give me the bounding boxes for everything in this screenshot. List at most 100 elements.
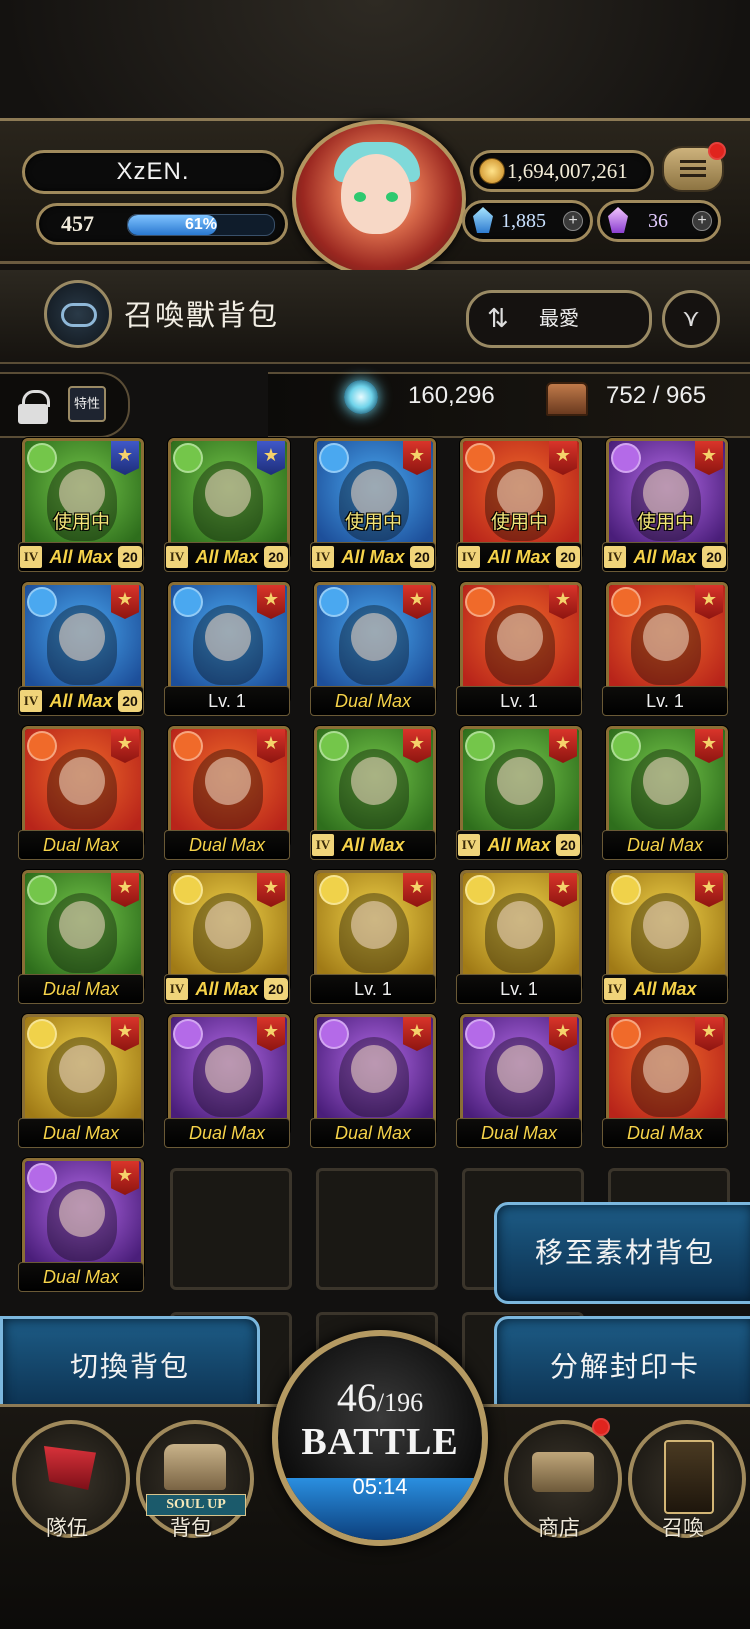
- gem-counter[interactable]: 1,885 +: [462, 200, 593, 242]
- back-arrow-icon: [61, 303, 97, 327]
- star-badge-icon: ★: [403, 585, 431, 619]
- player-name: XzEN.: [116, 158, 190, 185]
- card-caption-text: Lv. 1: [646, 691, 684, 711]
- crystal-icon: [608, 207, 628, 233]
- card-skill-level: 20: [702, 546, 726, 568]
- card-caption-text: Dual Max: [626, 835, 704, 855]
- star-badge-icon: ★: [549, 873, 577, 907]
- in-use-label: 使用中: [637, 512, 695, 533]
- star-badge-icon: ★: [257, 585, 285, 619]
- menu-button[interactable]: [662, 142, 726, 192]
- card-caption: IV All Max: [602, 974, 728, 1004]
- battle-label: BATTLE: [301, 1421, 459, 1463]
- light-element-icon: [611, 875, 641, 905]
- nav-team-label: 隊伍: [46, 1517, 88, 1540]
- card-caption-text: Dual Max: [334, 691, 412, 711]
- card-caption: Dual Max: [18, 974, 144, 1004]
- card-portrait-head: [59, 613, 105, 661]
- coin-amount: 1,694,007,261: [507, 159, 628, 183]
- star-badge-icon: ★: [111, 729, 139, 763]
- card-caption: IV All Max 20: [18, 686, 144, 716]
- sort-button[interactable]: ⇅ 最愛: [466, 290, 652, 348]
- empty-slot[interactable]: [316, 1168, 438, 1290]
- card-portrait-head: [205, 757, 251, 805]
- card-caption-text: Lv. 1: [354, 979, 392, 999]
- diamond-icon: [473, 207, 493, 233]
- wood-element-icon: [611, 731, 641, 761]
- coin-counter[interactable]: 1,694,007,261: [470, 150, 654, 192]
- card-caption: Dual Max: [18, 1262, 144, 1292]
- card-caption-text: Lv. 1: [500, 979, 538, 999]
- crystal-counter[interactable]: 36 +: [597, 200, 721, 242]
- stamina-max: /196: [376, 1388, 424, 1417]
- card-caption-text: Dual Max: [626, 1123, 704, 1143]
- fire-element-icon: [611, 587, 641, 617]
- star-badge-icon: ★: [695, 441, 723, 475]
- star-badge-icon: ★: [695, 729, 723, 763]
- card-caption: Dual Max: [456, 1118, 582, 1148]
- lock-icon-body: [18, 404, 48, 424]
- card-skill-level: 20: [264, 978, 288, 1000]
- empty-slot[interactable]: [170, 1168, 292, 1290]
- card-caption: IV All Max 20: [602, 542, 728, 572]
- wood-element-icon: [173, 443, 203, 473]
- fire-element-icon: [611, 1019, 641, 1049]
- card-caption: Lv. 1: [164, 686, 290, 716]
- player-level-plate: 457 61%: [36, 203, 288, 245]
- card-portrait-head: [351, 757, 397, 805]
- flag-icon: [44, 1446, 96, 1490]
- card-portrait-head: [643, 613, 689, 661]
- player-avatar[interactable]: [292, 120, 466, 278]
- card-caption: Dual Max: [310, 1118, 436, 1148]
- card-caption-text: Dual Max: [480, 1123, 558, 1143]
- add-crystals-icon[interactable]: +: [692, 211, 712, 231]
- move-to-material-bag-button[interactable]: 移至素材背包: [494, 1202, 750, 1304]
- dark-element-icon: [319, 1019, 349, 1049]
- backpack-icon: [164, 1444, 226, 1490]
- add-gems-icon[interactable]: +: [563, 211, 583, 231]
- card-caption: Dual Max: [164, 1118, 290, 1148]
- card-portrait-head: [643, 757, 689, 805]
- dark-element-icon: [173, 1019, 203, 1049]
- stamina-timer: 05:14: [352, 1474, 408, 1499]
- battle-button[interactable]: 46/196 BATTLE 05:14: [272, 1330, 488, 1546]
- card-caption: IV All Max 20: [164, 542, 290, 572]
- wood-element-icon: [27, 875, 57, 905]
- card-caption-text: All Max: [633, 979, 697, 999]
- card-portrait-head: [205, 469, 251, 517]
- card-caption: Lv. 1: [310, 974, 436, 1004]
- dark-element-icon: [611, 443, 641, 473]
- switch-bag-button[interactable]: 切換背包: [0, 1316, 260, 1418]
- player-name-plate[interactable]: XzEN.: [22, 150, 284, 194]
- stamina-counter: 46/196: [278, 1374, 482, 1421]
- filter-button[interactable]: ⋎: [662, 290, 720, 348]
- menu-icon-line: [680, 167, 706, 170]
- menu-icon-line: [680, 174, 706, 177]
- fire-element-icon: [465, 587, 495, 617]
- star-badge-icon: ★: [695, 1017, 723, 1051]
- card-caption: Dual Max: [310, 686, 436, 716]
- card-skill-level: 20: [410, 546, 434, 568]
- light-element-icon: [173, 875, 203, 905]
- stamina-current: 46: [336, 1375, 377, 1420]
- back-button[interactable]: [44, 280, 112, 348]
- card-caption-text: Dual Max: [334, 1123, 412, 1143]
- coin-icon: [479, 158, 505, 184]
- decompose-seal-card-label: 分解封印卡: [549, 1351, 700, 1382]
- notification-dot: [708, 142, 726, 160]
- decompose-seal-card-button[interactable]: 分解封印卡: [494, 1316, 750, 1418]
- in-use-label: 使用中: [53, 512, 111, 533]
- water-element-icon: [319, 443, 349, 473]
- star-badge-icon: ★: [549, 585, 577, 619]
- card-caption: IV All Max 20: [164, 974, 290, 1004]
- wood-element-icon: [27, 443, 57, 473]
- card-portrait-head: [351, 613, 397, 661]
- trait-button[interactable]: 特性: [68, 386, 106, 422]
- nav-bag-label: 背包: [170, 1517, 212, 1540]
- star-badge-icon: ★: [257, 441, 285, 475]
- star-badge-icon: ★: [695, 873, 723, 907]
- card-skill-level: 20: [556, 834, 580, 856]
- star-badge-icon: ★: [257, 1017, 285, 1051]
- star-badge-icon: ★: [549, 729, 577, 763]
- card-caption: Dual Max: [164, 830, 290, 860]
